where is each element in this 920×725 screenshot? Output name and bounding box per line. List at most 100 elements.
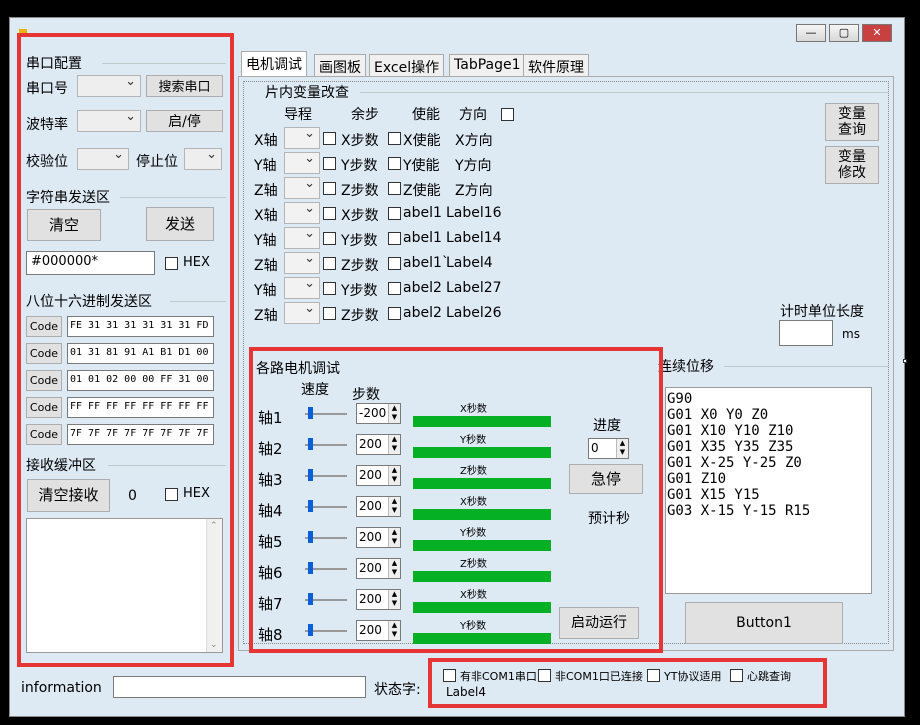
motor-steps-spinner[interactable]: 200 ▲ ▼ [356,527,401,548]
motor-steps-arrows[interactable]: ▲ ▼ [388,435,400,454]
motor-speed-thumb[interactable] [308,593,313,605]
var-modify-button[interactable]: 变量 修改 [825,146,879,184]
timer-input[interactable] [779,320,833,346]
motor-speed-thumb[interactable] [308,624,313,636]
motor-steps-arrows[interactable]: ▲ ▼ [388,404,400,423]
hex-code-input[interactable]: FF FF FF FF FF FF FF FF [67,397,214,418]
var-enable-checkbox[interactable] [388,157,401,170]
motor-steps-spinner[interactable]: 200 ▲ ▼ [356,496,401,517]
motor-steps-spinner[interactable]: 200 ▲ ▼ [356,434,401,455]
hex-code-button[interactable]: Code [26,397,62,418]
var-enable-checkbox[interactable] [388,257,401,270]
var-rem-checkbox[interactable] [323,257,336,270]
var-lead-combo[interactable] [284,251,320,274]
start-stop-button[interactable]: 启/停 [146,110,223,132]
var-enable-checkbox[interactable] [388,232,401,245]
hex-code-input[interactable]: 01 01 02 00 00 FF 31 00 [67,370,214,391]
motor-steps-spinner[interactable]: -200 ▲ ▼ [356,403,401,424]
var-rem-checkbox[interactable] [323,182,336,195]
scroll-down-icon[interactable]: ⌄ [210,640,218,650]
var-lead-combo[interactable] [284,176,320,199]
var-enable-checkbox[interactable] [388,132,401,145]
var-query-button[interactable]: 变量 查询 [825,103,879,141]
status-checkbox[interactable] [443,669,456,682]
string-hex-checkbox[interactable] [165,257,178,270]
var-steps-label: X步数 [341,133,379,149]
motor-speed-thumb[interactable] [308,469,313,481]
tab-0[interactable]: 电机调试 [241,51,307,77]
tab-4[interactable]: 软件原理 [523,54,589,76]
receive-textarea[interactable]: ⌃ ⌄ [26,518,223,653]
motor-steps-arrows[interactable]: ▲ ▼ [388,621,400,640]
information-input[interactable] [113,676,366,698]
motor-steps-arrows[interactable]: ▲ ▼ [388,528,400,547]
send-button[interactable]: 发送 [146,207,214,241]
var-lead-combo[interactable] [284,301,320,324]
search-port-button[interactable]: 搜索串口 [146,75,223,97]
string-send-input[interactable]: #000000* [26,251,155,275]
motor-steps-spinner[interactable]: 200 ▲ ▼ [356,465,401,486]
resize-grip[interactable] [903,359,907,363]
port-combo[interactable] [77,74,141,97]
baud-combo[interactable] [77,109,141,132]
var-lead-combo[interactable] [284,151,320,174]
hex-code-input[interactable]: 01 31 81 91 A1 B1 D1 00 [67,343,214,364]
motor-steps-arrows[interactable]: ▲ ▼ [388,590,400,609]
motor-steps-spinner[interactable]: 200 ▲ ▼ [356,620,401,641]
var-rem-checkbox[interactable] [323,207,336,220]
status-checkbox[interactable] [647,669,660,682]
motor-steps-arrows[interactable]: ▲ ▼ [388,466,400,485]
progress-spinner-arrows[interactable]: ▲ ▼ [616,439,628,458]
motor-steps-arrows[interactable]: ▲ ▼ [388,497,400,516]
clear-receive-button[interactable]: 清空接收 [27,479,110,512]
var-rem-checkbox[interactable] [323,232,336,245]
var-rem-checkbox[interactable] [323,282,336,295]
motor-speed-thumb[interactable] [308,407,313,419]
tab-3[interactable]: TabPage1 [449,54,526,76]
var-lead-combo[interactable] [284,126,320,149]
motor-steps-spinner[interactable]: 200 ▲ ▼ [356,558,401,579]
var-lead-combo[interactable] [284,226,320,249]
motor-steps-spinner[interactable]: 200 ▲ ▼ [356,589,401,610]
hex-code-input[interactable]: FE 31 31 31 31 31 31 FD [67,316,214,337]
status-checkbox[interactable] [730,669,743,682]
hex-code-button[interactable]: Code [26,343,62,364]
tab-2[interactable]: Excel操作 [369,54,445,76]
maximize-button[interactable]: ▢ [829,24,859,42]
estop-button[interactable]: 急停 [569,464,643,494]
start-run-button[interactable]: 启动运行 [559,607,639,639]
var-rem-checkbox[interactable] [323,307,336,320]
motor-progress-bar [413,571,551,582]
parity-combo[interactable] [77,147,129,170]
motor-speed-thumb[interactable] [308,500,313,512]
var-enable-checkbox[interactable] [388,307,401,320]
motor-steps-arrows[interactable]: ▲ ▼ [388,559,400,578]
hex-code-button[interactable]: Code [26,370,62,391]
motor-speed-thumb[interactable] [308,531,313,543]
clear-string-button[interactable]: 清空 [27,209,101,241]
tab-1[interactable]: 画图板 [314,54,366,76]
minimize-button[interactable]: — [796,24,826,42]
motor-speed-thumb[interactable] [308,438,313,450]
button1[interactable]: Button1 [685,602,843,644]
motor-speed-thumb[interactable] [308,562,313,574]
receive-scrollbar[interactable]: ⌃ ⌄ [206,519,222,652]
var-lead-combo[interactable] [284,276,320,299]
stopbit-combo[interactable] [184,147,222,170]
scroll-up-icon[interactable]: ⌃ [210,521,218,531]
dir-all-checkbox[interactable] [501,108,514,121]
var-enable-checkbox[interactable] [388,182,401,195]
hex-code-button[interactable]: Code [26,424,62,445]
var-rem-checkbox[interactable] [323,157,336,170]
var-rem-checkbox[interactable] [323,132,336,145]
gcode-textarea[interactable]: G90 G01 X0 Y0 Z0 G01 X10 Y10 Z10 G01 X35 Y3… [665,387,872,594]
receive-hex-checkbox[interactable] [165,488,178,501]
var-lead-combo[interactable] [284,201,320,224]
hex-code-button[interactable]: Code [26,316,62,337]
progress-spinner[interactable]: 0 ▲ ▼ [588,438,629,459]
hex-code-input[interactable]: 7F 7F 7F 7F 7F 7F 7F 7F [67,424,214,445]
close-button[interactable]: ✕ [862,24,892,42]
var-enable-checkbox[interactable] [388,282,401,295]
var-enable-checkbox[interactable] [388,207,401,220]
status-checkbox[interactable] [538,669,551,682]
